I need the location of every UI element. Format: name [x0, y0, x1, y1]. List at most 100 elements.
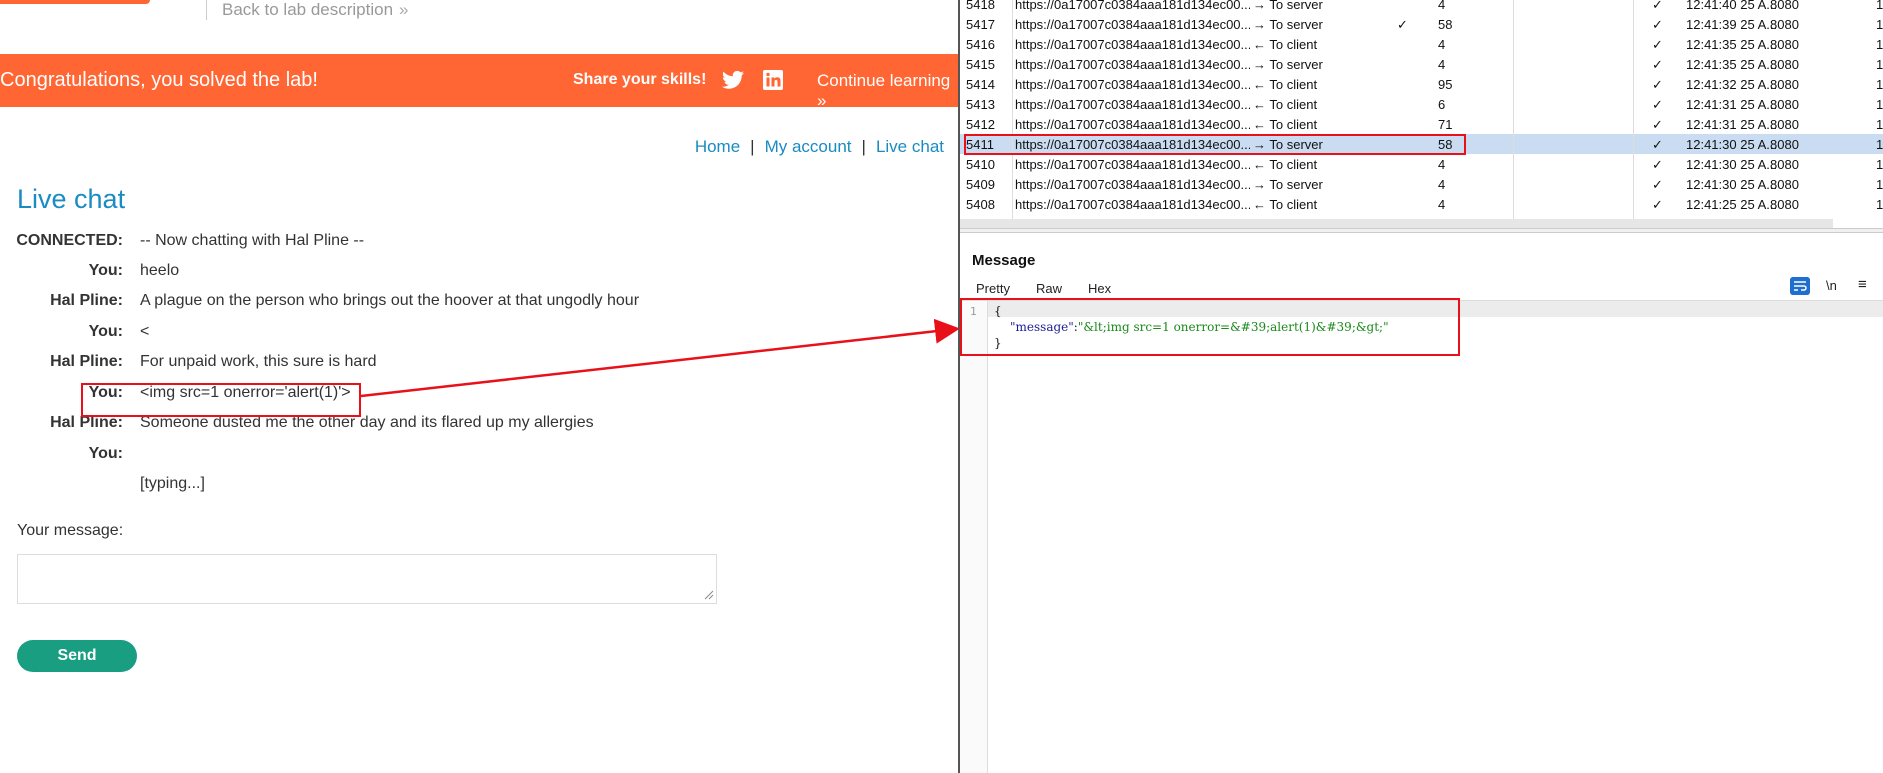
message-heading: Message [972, 252, 1036, 269]
row-direction: ← To client [1253, 37, 1318, 52]
row-extra: 1 [1876, 137, 1883, 152]
nav-live-chat[interactable]: Live chat [876, 137, 944, 156]
continue-learning-link[interactable]: Continue learning » [817, 71, 960, 111]
chat-message: A plague on the person who brings out th… [140, 292, 640, 309]
row-id: 5412 [966, 117, 995, 132]
row-check: ✓ [1652, 37, 1663, 52]
row-length: 4 [1438, 57, 1446, 72]
proxy-pane: 5418 https://0a17007c0384aaa181d134ec00..… [958, 0, 1883, 773]
chat-sender: You: [88, 323, 123, 340]
table-row[interactable]: 5417 https://0a17007c0384aaa181d134ec00..… [960, 14, 1883, 34]
chat-sender: You: [88, 262, 123, 279]
chat-row: [typing...] [0, 475, 960, 499]
row-extra: 1 [1876, 177, 1883, 192]
message-editor[interactable]: 1 { "message":"&lt;img src=1 onerror=&#3… [960, 300, 1883, 773]
column-divider [1633, 0, 1634, 222]
row-extra: 1 [1876, 17, 1883, 32]
row-direction: → To server [1253, 57, 1323, 72]
row-id: 5410 [966, 157, 995, 172]
tab-pretty[interactable]: Pretty [976, 281, 1010, 296]
double-chevron-right-icon: » [399, 0, 409, 19]
row-length: 4 [1438, 197, 1446, 212]
word-wrap-icon[interactable] [1790, 277, 1810, 295]
row-port: 8080 [1770, 57, 1799, 72]
twitter-icon[interactable] [722, 70, 744, 90]
row-time: 12:41:30 25 A... [1686, 177, 1778, 192]
row-edited-mark: ✓ [1397, 17, 1408, 32]
row-extra: 1 [1876, 117, 1883, 132]
row-url: https://0a17007c0384aaa181d134ec00... [1015, 97, 1250, 112]
chat-row: Hal Pline: For unpaid work, this sure is … [0, 353, 960, 377]
nav-my-account[interactable]: My account [765, 137, 852, 156]
lab-page: Back to lab description » Congratulations… [0, 0, 960, 773]
table-row[interactable]: 5409 https://0a17007c0384aaa181d134ec00..… [960, 174, 1883, 194]
send-button[interactable]: Send [17, 640, 137, 672]
top-nav: Home | My account | Live chat [695, 137, 944, 157]
chat-sender: CONNECTED: [16, 232, 123, 249]
horizontal-scrollbar[interactable] [960, 219, 1833, 228]
row-port: 8080 [1770, 117, 1799, 132]
table-row[interactable]: 5416 https://0a17007c0384aaa181d134ec00..… [960, 34, 1883, 54]
nav-home[interactable]: Home [695, 137, 740, 156]
row-time: 12:41:31 25 A... [1686, 97, 1778, 112]
row-direction: ← To client [1253, 197, 1318, 212]
tab-hex[interactable]: Hex [1088, 281, 1111, 296]
row-length: 95 [1438, 77, 1453, 92]
line-gutter: 1 [960, 301, 988, 773]
row-id: 5409 [966, 177, 995, 192]
table-row[interactable]: 5410 https://0a17007c0384aaa181d134ec00..… [960, 154, 1883, 174]
table-row[interactable]: 5418 https://0a17007c0384aaa181d134ec00..… [960, 0, 1883, 14]
continue-label: Continue learning [817, 71, 951, 90]
double-chevron-right-icon: » [817, 91, 827, 110]
row-id: 5408 [966, 197, 995, 212]
chat-row: Hal Pline: Someone dusted me the other da… [0, 414, 960, 438]
row-id: 5416 [966, 37, 995, 52]
row-url: https://0a17007c0384aaa181d134ec00... [1015, 117, 1250, 132]
chat-sender: You: [88, 445, 123, 462]
row-port: 8080 [1770, 77, 1799, 92]
linkedin-icon[interactable] [763, 70, 783, 90]
row-extra: 1 [1876, 77, 1883, 92]
highlight-box [81, 383, 361, 417]
message-input[interactable] [17, 554, 717, 604]
row-url: https://0a17007c0384aaa181d134ec00... [1015, 197, 1250, 212]
table-row[interactable]: 5415 https://0a17007c0384aaa181d134ec00..… [960, 54, 1883, 74]
row-id: 5417 [966, 17, 995, 32]
back-to-lab-link[interactable]: Back to lab description » [222, 0, 409, 20]
solved-banner: Congratulations, you solved the lab! Sha… [0, 54, 960, 110]
row-extra: 1 [1876, 0, 1883, 12]
message-tabs: Pretty Raw Hex [976, 281, 1137, 296]
chat-row: You: < [0, 323, 960, 347]
row-length: 4 [1438, 0, 1446, 12]
table-row[interactable]: 5413 https://0a17007c0384aaa181d134ec00..… [960, 94, 1883, 114]
row-id: 5413 [966, 97, 995, 112]
typing-indicator: [typing...] [140, 475, 205, 492]
newline-toggle-icon[interactable]: \n [1826, 278, 1837, 293]
chat-sender: Hal Pline: [50, 292, 123, 309]
pane-divider[interactable] [960, 228, 1883, 233]
row-id: 5415 [966, 57, 995, 72]
tab-raw[interactable]: Raw [1036, 281, 1062, 296]
table-row[interactable]: 5408 https://0a17007c0384aaa181d134ec00..… [960, 194, 1883, 214]
row-extra: 1 [1876, 197, 1883, 212]
row-time: 12:41:40 25 A... [1686, 0, 1778, 12]
row-extra: 1 [1876, 97, 1883, 112]
row-direction: ← To client [1253, 97, 1318, 112]
resize-grip-icon[interactable] [702, 588, 714, 600]
menu-icon[interactable]: ≡ [1858, 276, 1867, 293]
row-direction: ← To client [1253, 77, 1318, 92]
table-row[interactable]: 5414 https://0a17007c0384aaa181d134ec00..… [960, 74, 1883, 94]
highlight-box [960, 298, 1460, 356]
row-time: 12:41:25 25 A... [1686, 197, 1778, 212]
row-port: 8080 [1770, 97, 1799, 112]
row-time: 12:41:30 25 A... [1686, 157, 1778, 172]
row-check: ✓ [1652, 97, 1663, 112]
row-url: https://0a17007c0384aaa181d134ec00... [1015, 77, 1250, 92]
row-length: 4 [1438, 157, 1446, 172]
chat-message: For unpaid work, this sure is hard [140, 353, 377, 370]
row-length: 4 [1438, 37, 1446, 52]
row-check: ✓ [1652, 0, 1663, 12]
chat-row: CONNECTED: -- Now chatting with Hal Pline… [0, 232, 960, 256]
column-divider [1513, 0, 1514, 222]
table-row[interactable]: 5412 https://0a17007c0384aaa181d134ec00..… [960, 114, 1883, 134]
